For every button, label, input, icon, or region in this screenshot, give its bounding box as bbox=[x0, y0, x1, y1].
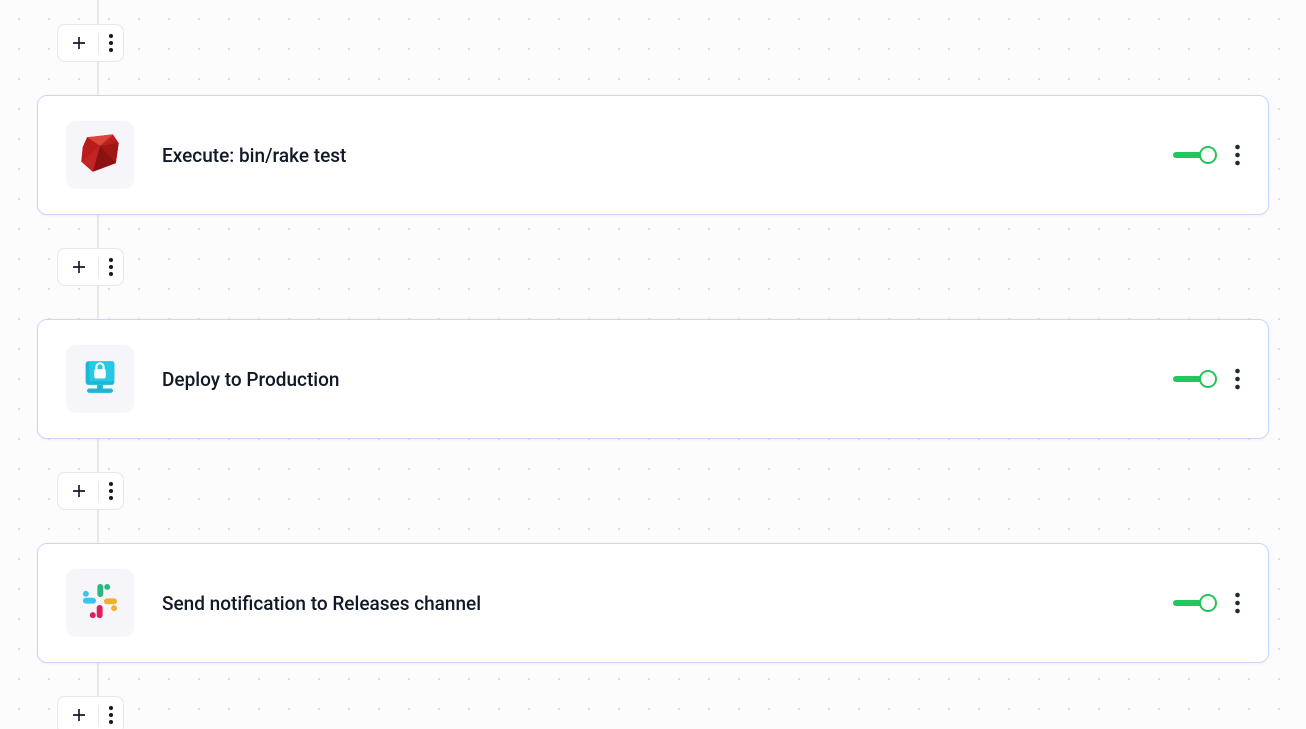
add-step-chip bbox=[57, 248, 124, 286]
separator bbox=[98, 705, 99, 725]
separator bbox=[98, 481, 99, 501]
separator bbox=[98, 257, 99, 277]
enable-toggle[interactable] bbox=[1173, 593, 1217, 613]
deploy-server-icon bbox=[77, 354, 123, 404]
step-label: Execute: bin/rake test bbox=[162, 144, 1173, 167]
step-label: Deploy to Production bbox=[162, 368, 1173, 391]
plus-icon[interactable] bbox=[70, 34, 88, 52]
kebab-menu-icon[interactable] bbox=[109, 482, 113, 500]
add-step-chip bbox=[57, 472, 124, 510]
pipeline-canvas: Execute: bin/rake test bbox=[37, 0, 1269, 729]
step-icon-box bbox=[66, 345, 134, 413]
kebab-menu-icon[interactable] bbox=[1235, 592, 1240, 614]
plus-icon[interactable] bbox=[70, 258, 88, 276]
pipeline-step[interactable]: Send notification to Releases channel bbox=[37, 543, 1269, 663]
enable-toggle[interactable] bbox=[1173, 369, 1217, 389]
step-icon-box bbox=[66, 569, 134, 637]
kebab-menu-icon[interactable] bbox=[109, 34, 113, 52]
add-step-chip bbox=[57, 24, 124, 62]
kebab-menu-icon[interactable] bbox=[1235, 368, 1240, 390]
pipeline-step[interactable]: Deploy to Production bbox=[37, 319, 1269, 439]
plus-icon[interactable] bbox=[70, 706, 88, 724]
plus-icon[interactable] bbox=[70, 482, 88, 500]
kebab-menu-icon[interactable] bbox=[1235, 144, 1240, 166]
slack-icon bbox=[79, 580, 121, 626]
add-step-chip bbox=[57, 696, 124, 729]
separator bbox=[98, 33, 99, 53]
kebab-menu-icon[interactable] bbox=[109, 706, 113, 724]
step-icon-box bbox=[66, 121, 134, 189]
ruby-icon bbox=[77, 130, 123, 180]
kebab-menu-icon[interactable] bbox=[109, 258, 113, 276]
pipeline-step[interactable]: Execute: bin/rake test bbox=[37, 95, 1269, 215]
step-label: Send notification to Releases channel bbox=[162, 592, 1173, 615]
enable-toggle[interactable] bbox=[1173, 145, 1217, 165]
